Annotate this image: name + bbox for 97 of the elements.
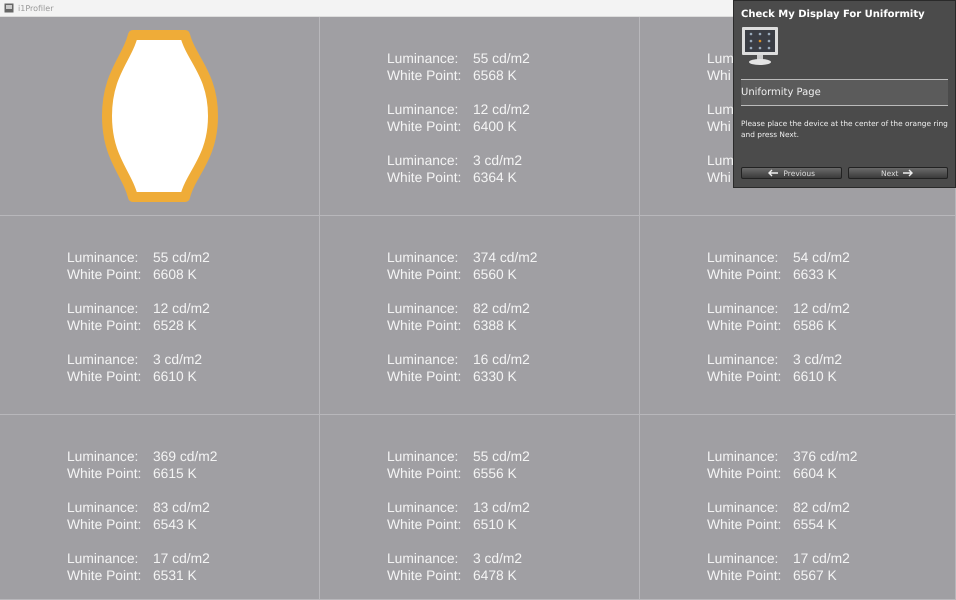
color-temperature-label: White Point: — [707, 567, 782, 584]
color-temperature-value: 6510 K — [473, 516, 517, 533]
luminance-value: 12 cd/m2 — [473, 101, 530, 118]
color-temperature-value: 6543 K — [153, 516, 197, 533]
color-temperature-label: White Point: — [707, 266, 782, 283]
color-temperature-value: 6610 K — [153, 368, 197, 385]
luminance-value: 3 cd/m2 — [473, 550, 522, 567]
luminance-value: 13 cd/m2 — [473, 499, 530, 516]
luminance-label: Luminance: — [387, 351, 458, 368]
color-temperature-label: White Point: — [67, 465, 142, 482]
color-temperature-label: White Point: — [387, 516, 462, 533]
luminance-value: 16 cd/m2 — [473, 351, 530, 368]
color-temperature-label: White Point: — [707, 317, 782, 334]
luminance-value: 55 cd/m2 — [473, 50, 530, 67]
window-title: i1Profiler — [18, 4, 54, 12]
color-temperature-label: White Point: — [387, 67, 462, 84]
luminance-value: 3 cd/m2 — [153, 351, 202, 368]
color-temperature-label: Whi — [707, 67, 731, 84]
color-temperature-label: White Point: — [67, 317, 142, 334]
luminance-value: 17 cd/m2 — [153, 550, 210, 567]
color-temperature-value: 6615 K — [153, 465, 197, 482]
color-temperature-value: 6364 K — [473, 169, 517, 186]
color-temperature-label: White Point: — [707, 465, 782, 482]
luminance-value: 54 cd/m2 — [793, 249, 850, 266]
color-temperature-label: White Point: — [387, 266, 462, 283]
luminance-label: Luminance: — [67, 300, 138, 317]
luminance-label: Luminance: — [387, 249, 458, 266]
panel-title: Check My Display For Uniformity — [741, 9, 926, 20]
color-temperature-label: White Point: — [67, 516, 142, 533]
luminance-label: Luminance: — [67, 550, 138, 567]
color-temperature-label: White Point: — [387, 169, 462, 186]
app-icon — [4, 3, 14, 13]
luminance-label: Luminance: — [387, 50, 458, 67]
color-temperature-value: 6604 K — [793, 465, 837, 482]
luminance-label: Luminance: — [387, 550, 458, 567]
color-temperature-label: White Point: — [707, 516, 782, 533]
luminance-value: 55 cd/m2 — [473, 448, 530, 465]
color-temperature-label: White Point: — [387, 368, 462, 385]
luminance-value: 83 cd/m2 — [153, 499, 210, 516]
luminance-label: Luminance: — [387, 448, 458, 465]
luminance-value: 82 cd/m2 — [473, 300, 530, 317]
color-temperature-value: 6330 K — [473, 368, 517, 385]
luminance-label: Luminance: — [707, 249, 778, 266]
color-temperature-value: 6586 K — [793, 317, 837, 334]
luminance-value: 17 cd/m2 — [793, 550, 850, 567]
luminance-label: Luminance: — [387, 300, 458, 317]
color-temperature-value: 6478 K — [473, 567, 517, 584]
luminance-label: Luminance: — [707, 550, 778, 567]
luminance-value: 376 cd/m2 — [793, 448, 858, 465]
color-temperature-label: White Point: — [387, 317, 462, 334]
color-temperature-value: 6556 K — [473, 465, 517, 482]
color-temperature-label: White Point: — [67, 266, 142, 283]
page-heading: Uniformity Page — [741, 79, 948, 106]
color-temperature-value: 6388 K — [473, 317, 517, 334]
luminance-label: Luminance: — [707, 499, 778, 516]
color-temperature-label: White Point: — [387, 118, 462, 135]
arrow-icon — [767, 169, 780, 177]
color-temperature-value: 6610 K — [793, 368, 837, 385]
luminance-label: Luminance: — [67, 351, 138, 368]
luminance-value: 55 cd/m2 — [153, 249, 210, 266]
color-temperature-value: 6608 K — [153, 266, 197, 283]
color-temperature-value: 6560 K — [473, 266, 517, 283]
color-temperature-label: White Point: — [67, 567, 142, 584]
luminance-label: Luminance: — [387, 152, 458, 169]
color-temperature-value: 6531 K — [153, 567, 197, 584]
luminance-value: 12 cd/m2 — [153, 300, 210, 317]
luminance-value: 12 cd/m2 — [793, 300, 850, 317]
luminance-label: Luminance: — [67, 249, 138, 266]
arrow-icon — [902, 169, 914, 177]
color-temperature-label: White Point: — [387, 465, 462, 482]
luminance-label: Lum — [707, 50, 734, 67]
color-temperature-value: 6568 K — [473, 67, 517, 84]
luminance-label: Luminance: — [707, 351, 778, 368]
color-temperature-value: 6400 K — [473, 118, 517, 135]
luminance-label: Luminance: — [67, 499, 138, 516]
luminance-value: 369 cd/m2 — [153, 448, 218, 465]
luminance-label: Luminance: — [67, 448, 138, 465]
luminance-label: Luminance: — [707, 300, 778, 317]
monitor-icon — [741, 26, 779, 68]
luminance-label: Lum — [707, 101, 734, 118]
color-temperature-label: Whi — [707, 118, 731, 135]
luminance-label: Lum — [707, 152, 734, 169]
luminance-value: 3 cd/m2 — [793, 351, 842, 368]
luminance-label: Luminance: — [707, 448, 778, 465]
luminance-value: 3 cd/m2 — [473, 152, 522, 169]
color-temperature-value: 6567 K — [793, 567, 837, 584]
color-temperature-value: 6528 K — [153, 317, 197, 334]
color-temperature-label: White Point: — [67, 368, 142, 385]
color-temperature-label: Whi — [707, 169, 731, 186]
color-temperature-label: White Point: — [707, 368, 782, 385]
color-temperature-label: White Point: — [387, 567, 462, 584]
color-temperature-value: 6633 K — [793, 266, 837, 283]
color-temperature-value: 6554 K — [793, 516, 837, 533]
luminance-label: Luminance: — [387, 101, 458, 118]
luminance-value: 374 cd/m2 — [473, 249, 538, 266]
luminance-value: 82 cd/m2 — [793, 499, 850, 516]
luminance-label: Luminance: — [387, 499, 458, 516]
